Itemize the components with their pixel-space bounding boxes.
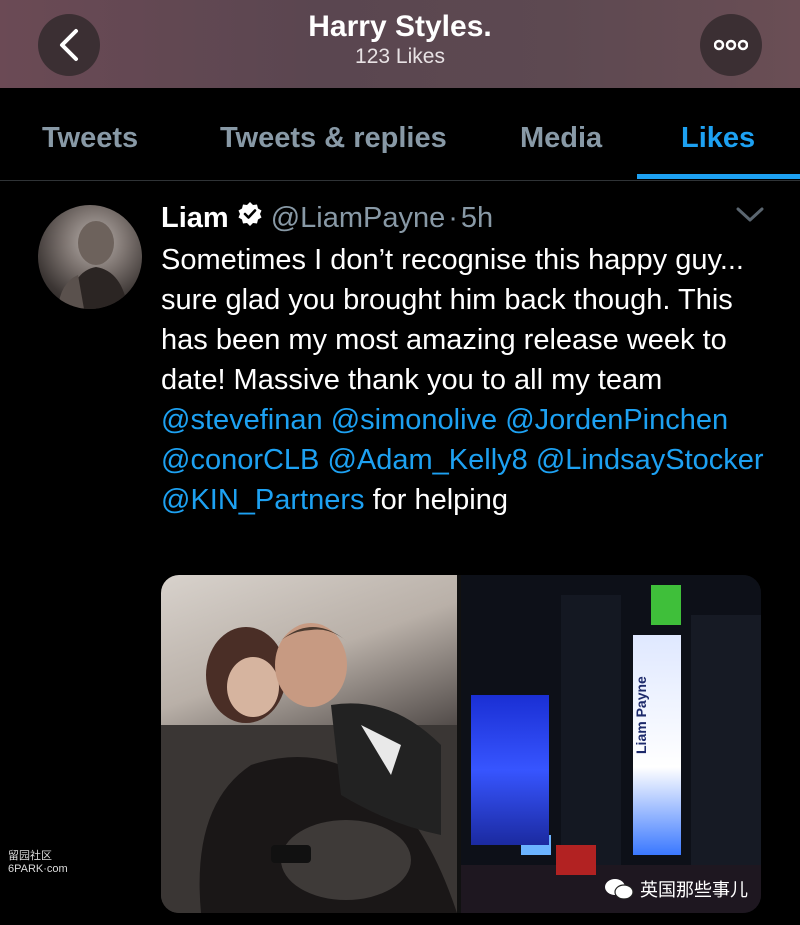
profile-header: Harry Styles. 123 Likes (0, 0, 800, 88)
mention-link[interactable]: @KIN_Partners (161, 484, 365, 516)
mention-link[interactable]: @JordenPinchen (505, 404, 728, 436)
verified-badge-icon (237, 201, 263, 235)
tab-tweets[interactable]: Tweets (42, 122, 138, 155)
mention-link[interactable]: @conorCLB (161, 444, 319, 476)
chevron-down-icon (736, 207, 764, 222)
tweet-media-grid: Liam Payne (161, 575, 761, 913)
more-options-button[interactable] (700, 14, 762, 76)
tweet-timestamp[interactable]: 5h (461, 202, 493, 235)
likes-count: 123 Likes (355, 45, 445, 68)
more-options-icon (714, 39, 748, 51)
profile-name: Harry Styles. (308, 10, 492, 43)
tweet-photo-couple[interactable] (161, 575, 458, 913)
author-name[interactable]: Liam (161, 202, 229, 235)
watermark-left-line2: 6PARK·com (8, 863, 68, 875)
billboard-blue-screen (471, 695, 549, 845)
tab-tweets-replies[interactable]: Tweets & replies (220, 122, 447, 155)
mention-link[interactable]: @stevefinan (161, 404, 323, 436)
tweet-menu-button[interactable] (735, 206, 765, 229)
wechat-icon (605, 879, 634, 900)
tab-likes[interactable]: Likes (681, 122, 755, 155)
watermark-left-line1: 留园社区 (8, 850, 52, 862)
tweet-body-end: for helping (364, 484, 509, 516)
avatar-photo (58, 221, 128, 309)
tab-media[interactable]: Media (520, 122, 602, 155)
tweet-body: Sometimes I don’t recognise this happy g… (161, 244, 744, 396)
watermark-right-text: 英国那些事儿 (640, 880, 748, 900)
profile-tabs: Tweets Tweets & replies Media Likes (0, 88, 800, 181)
tweet-text: Sometimes I don’t recognise this happy g… (161, 240, 781, 520)
watermark-right: 英国那些事儿 (604, 876, 748, 902)
mention-link[interactable]: @LindsayStocker (536, 444, 764, 476)
active-tab-indicator (637, 174, 800, 179)
tweet-header: Liam @LiamPayne · 5h (161, 198, 493, 238)
mention-link[interactable]: @Adam_Kelly8 (327, 444, 527, 476)
avatar[interactable] (38, 205, 142, 309)
handle-separator: · (448, 201, 458, 234)
tweet-photo-billboard[interactable]: Liam Payne (461, 575, 761, 913)
photo-couple-illustration (161, 623, 458, 913)
mention-link[interactable]: @simonolive (331, 404, 497, 436)
watermark-left: 留园社区 6PARK·com (8, 850, 68, 876)
billboard-green-sign (651, 585, 681, 625)
author-handle[interactable]: @LiamPayne (271, 202, 446, 235)
billboard-label: Liam Payne (633, 676, 649, 754)
